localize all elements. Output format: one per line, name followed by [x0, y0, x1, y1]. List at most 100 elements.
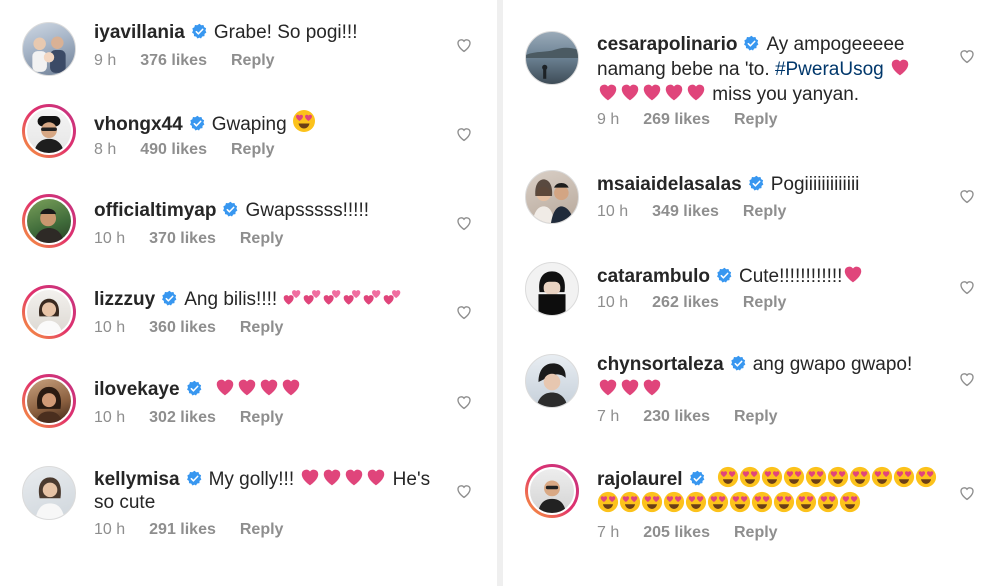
smiling-face-with-heart-eyes-emoji [915, 466, 937, 488]
smiling-face-with-heart-eyes-emoji [292, 109, 316, 133]
avatar[interactable] [22, 285, 76, 339]
avatar[interactable] [525, 170, 579, 224]
reply-button[interactable]: Reply [743, 294, 787, 312]
comment-username[interactable]: officialtimyap [94, 200, 216, 221]
smiling-face-with-heart-eyes-emoji [795, 491, 817, 513]
reply-button[interactable]: Reply [231, 52, 275, 70]
heart-outline-icon[interactable] [455, 214, 473, 232]
avatar[interactable] [22, 374, 76, 428]
avatar[interactable] [525, 464, 579, 518]
smiling-face-with-heart-eyes-emoji [849, 466, 871, 488]
comment-text: Gwapsssss!!!!! [245, 200, 370, 221]
avatar[interactable] [525, 31, 579, 85]
avatar[interactable] [525, 262, 579, 316]
comment-likes[interactable]: 349 likes [652, 203, 719, 221]
heart-outline-icon[interactable] [455, 36, 473, 54]
heart-outline-icon[interactable] [455, 125, 473, 143]
comments-column-left: iyavillania Grabe! So pogi!!! 9 h 376 like… [0, 0, 497, 586]
heart-outline-icon[interactable] [958, 370, 976, 388]
comment-username[interactable]: ilovekaye [94, 379, 180, 400]
reply-button[interactable]: Reply [240, 409, 284, 427]
smiling-face-with-heart-eyes-emoji [729, 491, 751, 513]
avatar[interactable] [22, 194, 76, 248]
heart-outline-icon[interactable] [958, 187, 976, 205]
heart-outline-icon[interactable] [958, 47, 976, 65]
comment-username[interactable]: kellymisa [94, 469, 180, 490]
person-photo-icon [35, 386, 63, 423]
smiling-face-with-heart-eyes-emoji [641, 491, 663, 513]
comment-likes[interactable]: 376 likes [140, 52, 207, 70]
reply-button[interactable]: Reply [743, 203, 787, 221]
comment-text: ang gwapo gwapo! [752, 354, 913, 375]
verified-badge-icon [186, 380, 203, 397]
comment-username[interactable]: vhongx44 [94, 114, 183, 135]
comment-likes[interactable]: 490 likes [140, 141, 207, 159]
reply-button[interactable]: Reply [734, 408, 778, 426]
avatar[interactable] [22, 22, 76, 76]
comment-username[interactable]: chynsortaleza [597, 354, 724, 375]
two-hearts-emoji-group [282, 289, 402, 310]
red-heart-emoji [889, 56, 911, 78]
comment-username[interactable]: catarambulo [597, 266, 710, 287]
comment-item: vhongx44 Gwaping 8 h 490 likes Reply [0, 88, 497, 178]
smiling-face-with-heart-eyes-emoji [783, 466, 805, 488]
heart-outline-icon[interactable] [455, 393, 473, 411]
smiling-face-with-heart-eyes-emoji [817, 491, 839, 513]
comment-likes[interactable]: 230 likes [643, 408, 710, 426]
heart-outline-icon[interactable] [455, 482, 473, 500]
red-heart-emoji [280, 376, 302, 398]
person-photo-icon [537, 480, 567, 513]
smiling-face-with-heart-eyes-emoji [761, 466, 783, 488]
comment-likes[interactable]: 370 likes [149, 230, 216, 248]
comment-likes[interactable]: 291 likes [149, 521, 216, 539]
verified-badge-icon [222, 201, 239, 218]
two-hearts-emoji [282, 288, 302, 308]
comment-likes[interactable]: 205 likes [643, 524, 710, 542]
red-heart-emoji [663, 81, 685, 103]
verified-badge-icon [748, 175, 765, 192]
red-heart-emoji [641, 376, 663, 398]
comment-likes[interactable]: 262 likes [652, 294, 719, 312]
comment-item: ilovekaye 10 h 302 likes Reply [0, 356, 497, 446]
comment-item: catarambulo Cute!!!!!!!!!!!! 10 h 262 like… [503, 242, 1000, 334]
comment-likes[interactable]: 302 likes [149, 409, 216, 427]
comment-username[interactable]: rajolaurel [597, 469, 683, 490]
smiling-face-with-heart-eyes-emoji [663, 491, 685, 513]
reply-button[interactable]: Reply [240, 319, 284, 337]
heart-outline-icon[interactable] [958, 484, 976, 502]
heart-outline-icon[interactable] [958, 278, 976, 296]
smiling-face-with-heart-eyes-emoji [839, 491, 861, 513]
smiling-face-with-heart-eyes-emoji [893, 466, 915, 488]
smiling-face-with-heart-eyes-emoji [685, 491, 707, 513]
comment-username[interactable]: lizzzuy [94, 289, 155, 310]
comment-likes[interactable]: 269 likes [643, 111, 710, 129]
avatar[interactable] [525, 354, 579, 408]
avatar[interactable] [22, 466, 76, 520]
comment-text: Cute!!!!!!!!!!!! [738, 266, 843, 287]
comment-likes[interactable]: 360 likes [149, 319, 216, 337]
hashtag-link[interactable]: #PweraUsog [775, 59, 884, 80]
comment-username[interactable]: cesarapolinario [597, 34, 737, 55]
heart-emoji-group [597, 379, 663, 400]
red-heart-emoji [619, 81, 641, 103]
red-heart-emoji [685, 81, 707, 103]
comment-time: 8 h [94, 141, 117, 158]
comment-username[interactable]: iyavillania [94, 22, 185, 43]
reply-button[interactable]: Reply [240, 230, 284, 248]
heart-emoji-group [214, 379, 302, 400]
reply-button[interactable]: Reply [240, 521, 284, 539]
avatar[interactable] [22, 104, 76, 158]
person-photo-icon [34, 208, 64, 243]
comment-text: Ang bilis!!!! [184, 289, 278, 310]
reply-button[interactable]: Reply [734, 524, 778, 542]
comment-text: Grabe! So pogi!!! [213, 22, 358, 43]
comment-username[interactable]: msaiaidelasalas [597, 174, 742, 195]
comment-item: cesarapolinario Ay ampogeeeee namang bebe… [503, 0, 1000, 152]
reply-button[interactable]: Reply [231, 141, 275, 159]
comment-time: 7 h [597, 408, 620, 425]
comment-item: msaiaidelasalas Pogiiiiiiiiiiiii 10 h 349 … [503, 152, 1000, 242]
comment-time: 10 h [94, 521, 126, 538]
red-heart-emoji [365, 466, 387, 488]
heart-outline-icon[interactable] [455, 303, 473, 321]
reply-button[interactable]: Reply [734, 111, 778, 129]
